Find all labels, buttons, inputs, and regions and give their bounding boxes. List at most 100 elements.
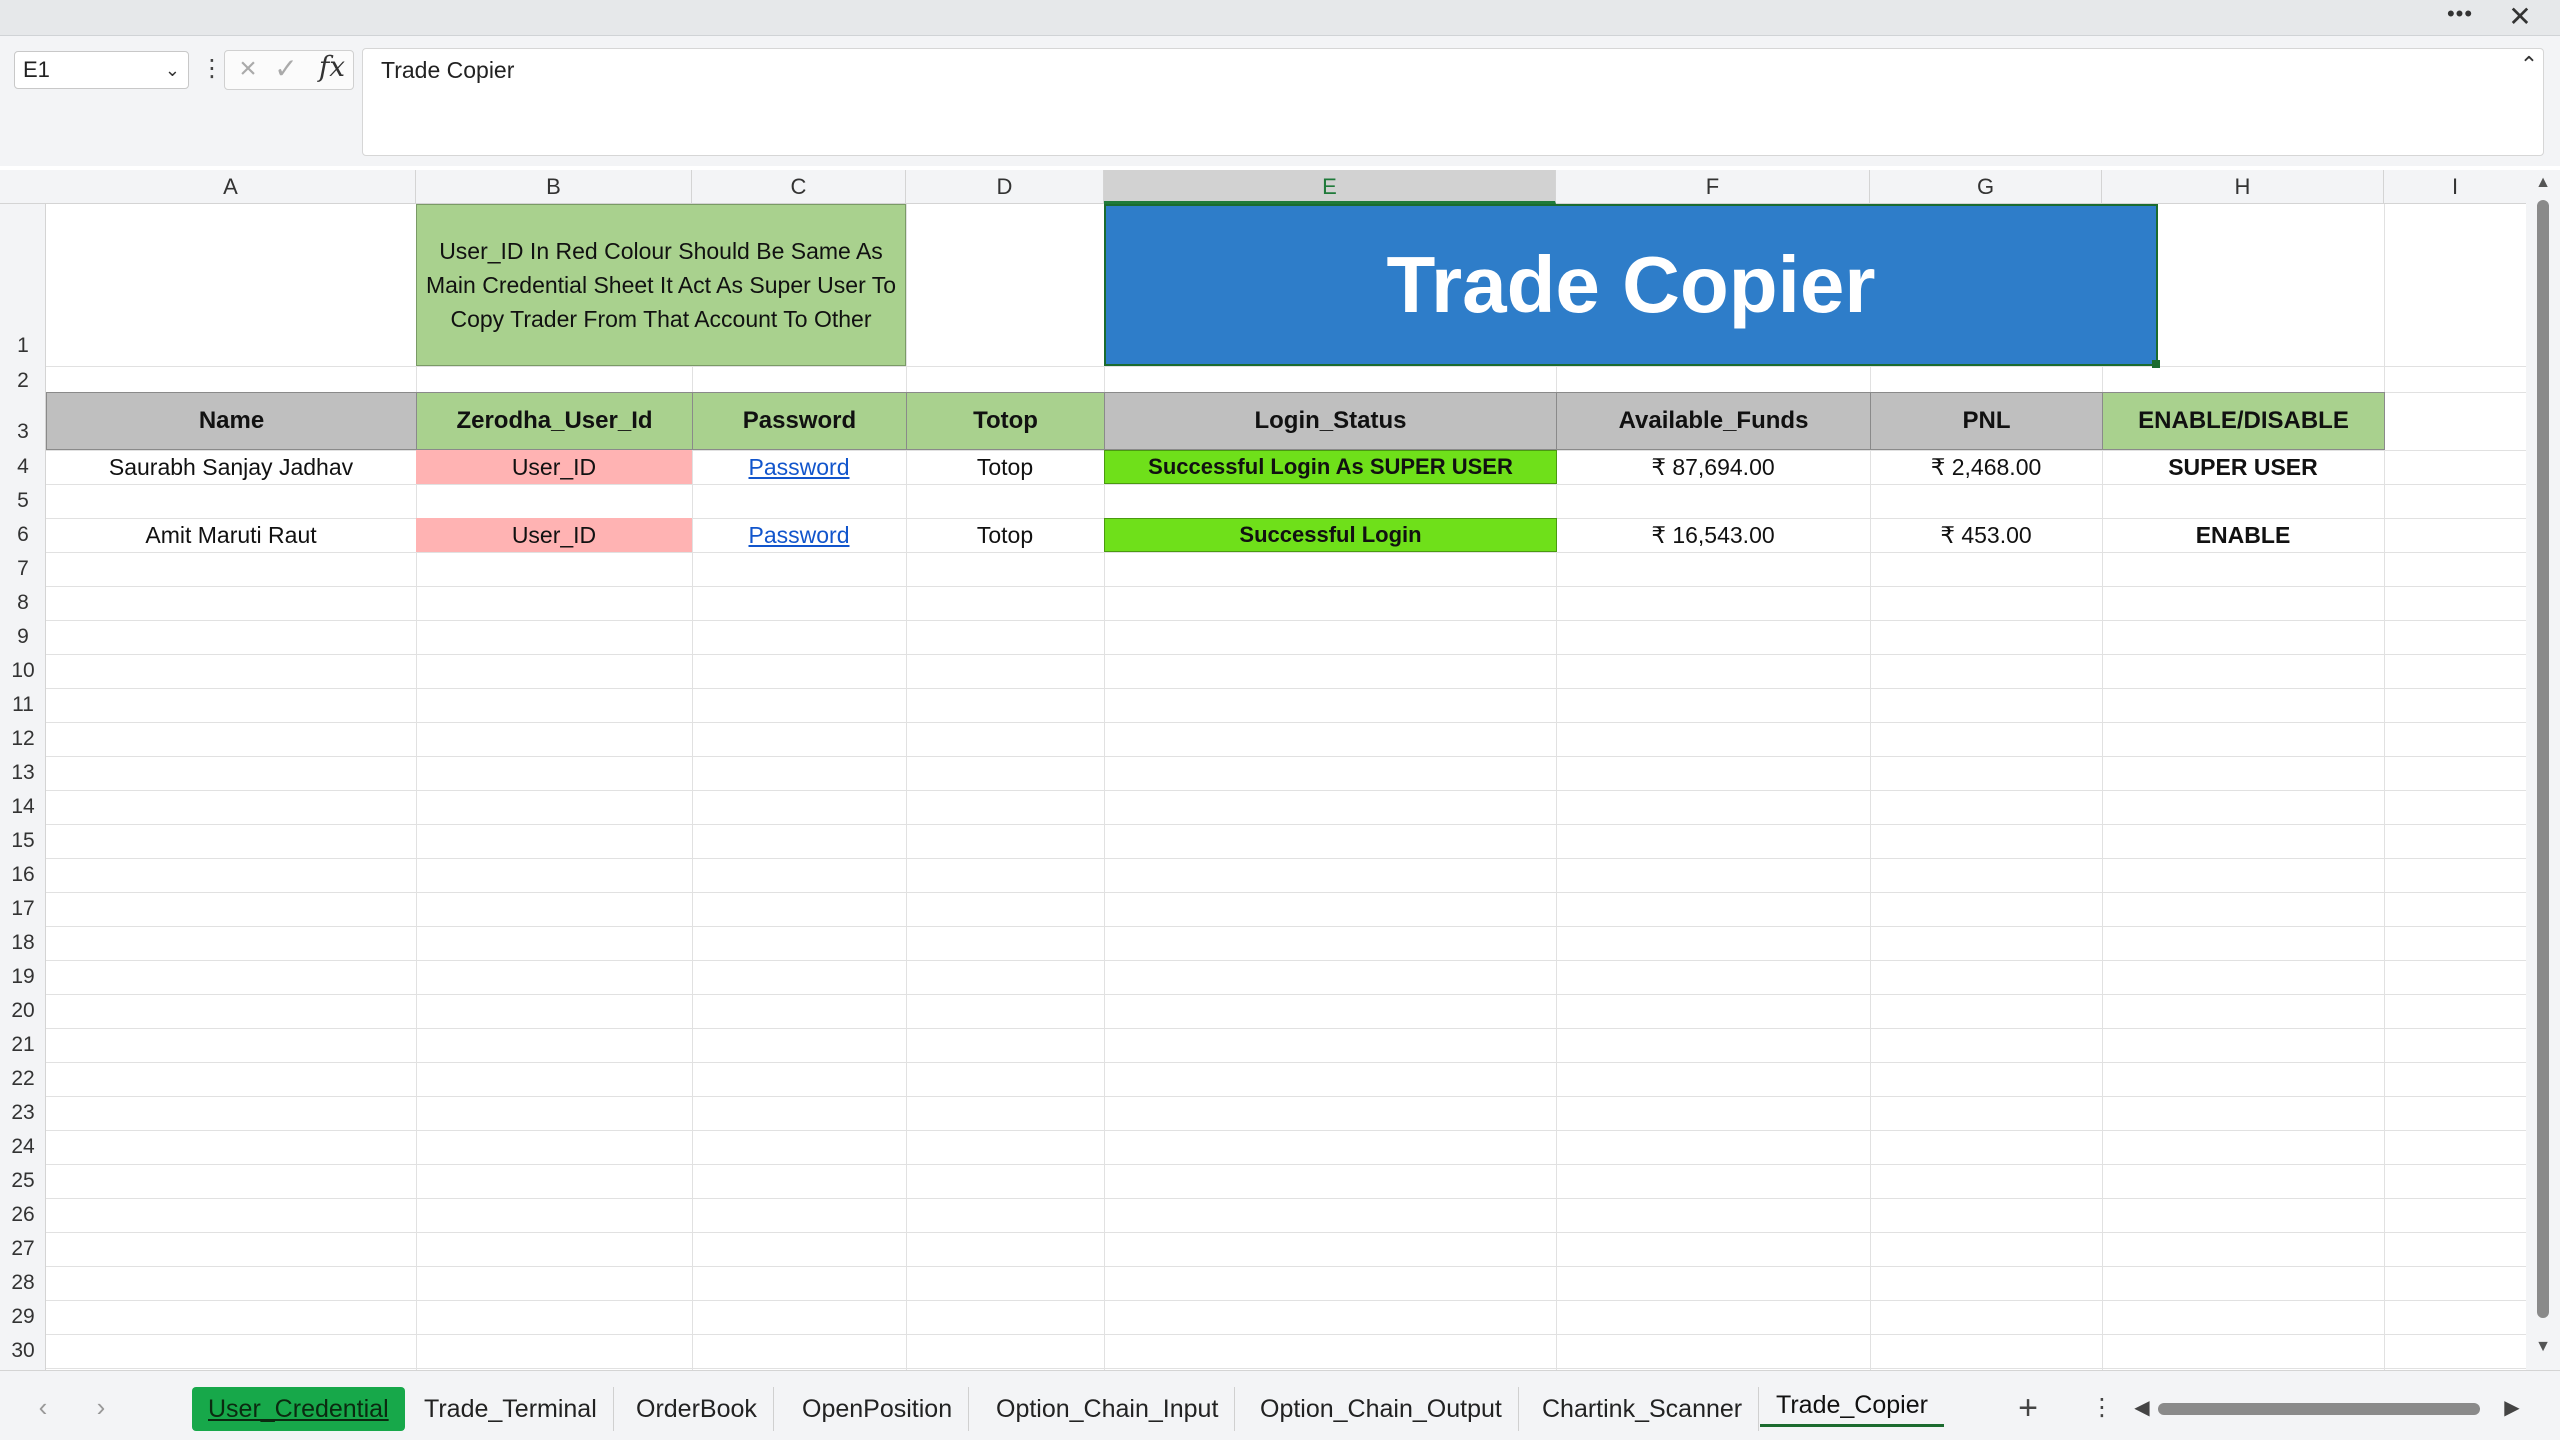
name-box-value: E1 [23, 57, 50, 82]
row-header[interactable]: 8 [0, 586, 45, 620]
row-header[interactable]: 29 [0, 1300, 45, 1334]
header-password[interactable]: Password [692, 392, 907, 450]
cell-pnl[interactable]: ₹ 453.00 [1870, 518, 2102, 552]
row-header[interactable]: 18 [0, 926, 45, 960]
column-header-e[interactable]: E [1104, 170, 1556, 204]
row-header[interactable]: 16 [0, 858, 45, 892]
column-header-h[interactable]: H [2102, 170, 2384, 204]
password-link[interactable]: Password [749, 522, 850, 549]
tab-orderbook[interactable]: OrderBook [620, 1387, 774, 1431]
cell-enable-disable[interactable]: SUPER USER [2102, 450, 2384, 484]
sheet-options-icon[interactable]: ⋮ [2090, 1391, 2114, 1427]
header-name[interactable]: Name [46, 392, 417, 450]
instruction-note-cell[interactable]: User_ID In Red Colour Should Be Same As … [416, 204, 906, 366]
password-link[interactable]: Password [749, 454, 850, 481]
more-options-icon[interactable]: ••• [2440, 3, 2480, 30]
cell-name[interactable]: Saurabh Sanjay Jadhav [46, 450, 416, 484]
cell-login-status[interactable]: Successful Login [1104, 518, 1557, 552]
row-header[interactable]: 20 [0, 994, 45, 1028]
formula-bar-options-icon[interactable]: ⋮ [200, 52, 224, 88]
row-header[interactable]: 7 [0, 552, 45, 586]
cell-totop[interactable]: Totop [906, 518, 1104, 552]
row-header[interactable]: 5 [0, 484, 45, 518]
row-header[interactable]: 12 [0, 722, 45, 756]
row-header[interactable]: 11 [0, 688, 45, 722]
row-header[interactable]: 24 [0, 1130, 45, 1164]
cell-name[interactable]: Amit Maruti Raut [46, 518, 416, 552]
insert-function-icon[interactable]: fx [314, 50, 350, 86]
tab-trade-copier[interactable]: Trade_Copier [1760, 1383, 1944, 1427]
row-header[interactable]: 27 [0, 1232, 45, 1266]
header-enable-disable[interactable]: ENABLE/DISABLE [2102, 392, 2385, 450]
row-header[interactable]: 10 [0, 654, 45, 688]
cell-login-status[interactable]: Successful Login As SUPER USER [1104, 450, 1557, 484]
cell-available-funds[interactable]: ₹ 87,694.00 [1556, 450, 1870, 484]
tab-user-credential[interactable]: User_Credential [192, 1387, 405, 1431]
tab-option-chain-input[interactable]: Option_Chain_Input [980, 1387, 1236, 1431]
header-user-id[interactable]: Zerodha_User_Id [416, 392, 693, 450]
tab-openposition[interactable]: OpenPosition [786, 1387, 970, 1431]
close-icon[interactable]: ✕ [2500, 2, 2540, 32]
column-header-c[interactable]: C [692, 170, 906, 204]
row-header[interactable]: 9 [0, 620, 45, 654]
chevron-down-icon[interactable]: ⌄ [165, 52, 180, 88]
row-header[interactable]: 3 [0, 420, 45, 450]
cell-password-wrap: Password [692, 518, 906, 552]
column-header-g[interactable]: G [1870, 170, 2102, 204]
cell-user-id[interactable]: User_ID [416, 450, 692, 484]
horizontal-scroll-thumb[interactable] [2158, 1403, 2480, 1415]
add-sheet-icon[interactable]: + [2010, 1391, 2046, 1427]
title-cell[interactable]: Trade Copier [1104, 204, 2158, 366]
scroll-down-icon[interactable]: ▼ [2526, 1338, 2560, 1362]
header-available-funds[interactable]: Available_Funds [1556, 392, 1871, 450]
chevron-right-icon[interactable]: › [86, 1393, 116, 1423]
row-header[interactable]: 21 [0, 1028, 45, 1062]
row-header[interactable]: 15 [0, 824, 45, 858]
cell-enable-disable[interactable]: ENABLE [2102, 518, 2384, 552]
title-text: Trade Copier [1386, 240, 1876, 329]
column-header-f[interactable]: F [1556, 170, 1870, 204]
cell-totop[interactable]: Totop [906, 450, 1104, 484]
header-login-status[interactable]: Login_Status [1104, 392, 1557, 450]
row-header[interactable]: 23 [0, 1096, 45, 1130]
row-header[interactable]: 22 [0, 1062, 45, 1096]
row-header[interactable]: 4 [0, 450, 45, 484]
row-header[interactable]: 19 [0, 960, 45, 994]
row-header[interactable]: 25 [0, 1164, 45, 1198]
column-header-d[interactable]: D [906, 170, 1104, 204]
row-header[interactable]: 30 [0, 1334, 45, 1368]
vertical-scroll-thumb[interactable] [2537, 200, 2549, 1318]
cell-grid[interactable]: User_ID In Red Colour Should Be Same As … [46, 204, 2526, 1370]
chevron-up-icon[interactable]: ⌃ [2514, 52, 2544, 82]
cell-pnl[interactable]: ₹ 2,468.00 [1870, 450, 2102, 484]
column-header-a[interactable]: A [46, 170, 416, 204]
column-header-b[interactable]: B [416, 170, 692, 204]
vertical-scrollbar[interactable]: ▲ ▼ [2526, 170, 2560, 1370]
row-header[interactable]: 6 [0, 518, 45, 552]
check-icon[interactable]: ✓ [272, 52, 300, 88]
scroll-right-icon[interactable]: ▶ [2500, 1393, 2524, 1423]
chevron-left-icon[interactable]: ‹ [28, 1393, 58, 1423]
row-header[interactable]: 1 [0, 334, 45, 366]
tab-chartink-scanner[interactable]: Chartink_Scanner [1526, 1387, 1760, 1431]
formula-input[interactable]: Trade Copier [362, 48, 2544, 156]
cell-available-funds[interactable]: ₹ 16,543.00 [1556, 518, 1870, 552]
scroll-up-icon[interactable]: ▲ [2526, 174, 2560, 198]
name-box[interactable]: E1 ⌄ [14, 51, 189, 89]
row-header[interactable]: 28 [0, 1266, 45, 1300]
scroll-left-icon[interactable]: ◀ [2130, 1393, 2154, 1423]
row-header[interactable]: 14 [0, 790, 45, 824]
row-header[interactable]: 26 [0, 1198, 45, 1232]
row-header[interactable]: 2 [0, 366, 45, 396]
cancel-icon[interactable]: × [234, 52, 262, 88]
row-header[interactable]: 13 [0, 756, 45, 790]
header-pnl[interactable]: PNL [1870, 392, 2103, 450]
header-totop[interactable]: Totop [906, 392, 1105, 450]
selection-fill-handle[interactable] [2152, 360, 2160, 368]
cell-user-id[interactable]: User_ID [416, 518, 692, 552]
row-header[interactable]: 17 [0, 892, 45, 926]
column-header-i[interactable]: I [2384, 170, 2526, 204]
tab-trade-terminal[interactable]: Trade_Terminal [408, 1387, 614, 1431]
tab-option-chain-output[interactable]: Option_Chain_Output [1244, 1387, 1519, 1431]
window-title-bar: ••• ✕ [0, 0, 2560, 36]
